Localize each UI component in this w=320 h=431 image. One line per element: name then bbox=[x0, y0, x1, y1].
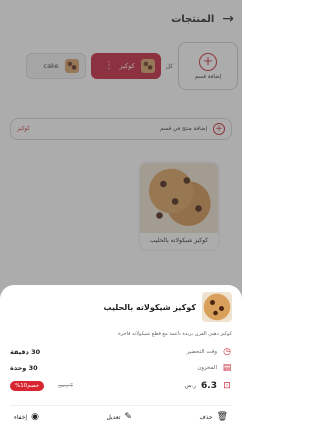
sheet-actions: 🗑 حذف ✎ تعديل ◉ إخفاء bbox=[14, 409, 228, 425]
delete-button[interactable]: 🗑 حذف bbox=[199, 412, 228, 422]
clock-icon: ◷ bbox=[223, 347, 231, 357]
warehouse-icon: ▤ bbox=[222, 363, 232, 373]
old-price: 7 ر.س bbox=[58, 383, 73, 389]
divider bbox=[10, 405, 232, 406]
edit-label: تعديل bbox=[106, 413, 121, 421]
product-description: كوكيز ذهبي الفرن بزبدة ناعمة مع قطع شيكو… bbox=[118, 331, 232, 337]
products-screen: → المنتجات + إضافة قسم كل كوكيز ⋮ cake +… bbox=[0, 0, 242, 431]
price-value: 6.3 bbox=[201, 381, 217, 391]
stock-value: 30 وحدة bbox=[10, 364, 38, 372]
hide-label: إخفاء bbox=[14, 413, 28, 421]
prep-time-row: ◷ وقت التحضير 30 دقيقة bbox=[10, 346, 232, 358]
sheet-title: كوكيز شيكولاته بالحليب bbox=[103, 302, 196, 312]
stock-label: المخزون bbox=[197, 365, 217, 371]
stock-row: ▤ المخزون 30 وحدة bbox=[10, 362, 232, 374]
prep-time-value: 30 دقيقة bbox=[10, 348, 41, 356]
price-tag-icon: ⊡ bbox=[223, 381, 231, 391]
edit-button[interactable]: ✎ تعديل bbox=[106, 412, 131, 422]
sheet-header: كوكيز شيكولاته بالحليب bbox=[10, 289, 232, 325]
discount-badge: خصم10% bbox=[10, 381, 45, 391]
product-bottom-sheet: كوكيز شيكولاته بالحليب كوكيز ذهبي الفرن … bbox=[0, 285, 242, 431]
price-currency: ر.س bbox=[184, 383, 197, 389]
prep-time-label: وقت التحضير bbox=[186, 349, 217, 355]
delete-label: حذف bbox=[199, 413, 213, 421]
edit-icon: ✎ bbox=[124, 412, 132, 422]
eye-off-icon: ◉ bbox=[31, 412, 39, 422]
trash-icon: 🗑 bbox=[216, 412, 228, 422]
product-thumbnail bbox=[202, 292, 232, 322]
hide-button[interactable]: ◉ إخفاء bbox=[14, 412, 39, 422]
price-row: ⊡ 6.3 ر.س 7 ر.س خصم10% bbox=[10, 379, 232, 393]
